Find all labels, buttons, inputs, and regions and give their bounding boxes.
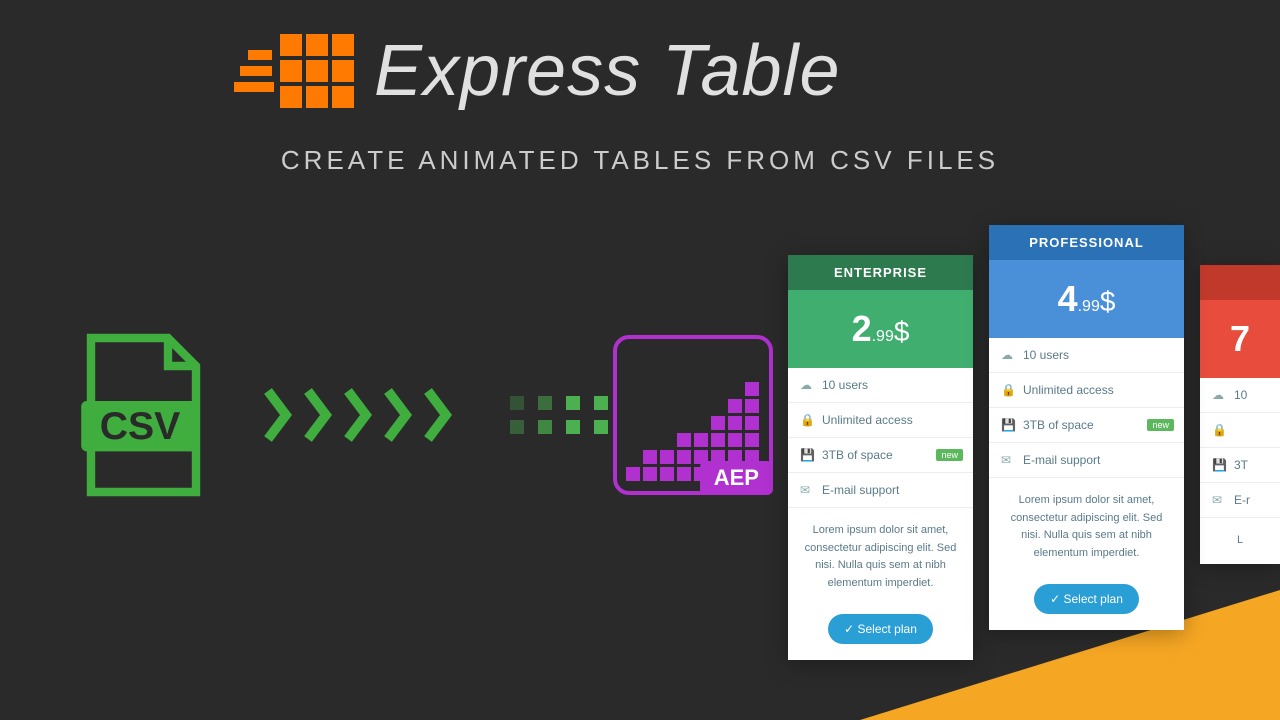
feature-row: ☁10 users — [788, 368, 973, 403]
svg-text:CSV: CSV — [100, 405, 181, 448]
cloud-icon: ☁ — [1001, 348, 1015, 362]
card-description: Lorem ipsum dolor sit amet, consectetur … — [989, 478, 1184, 576]
feature-row: 💾3T — [1200, 448, 1280, 483]
logo-icon — [230, 34, 354, 108]
feature-row: ☁10 — [1200, 378, 1280, 413]
speed-lines-icon — [230, 50, 274, 92]
aep-file-icon: AEP — [613, 335, 773, 495]
cloud-icon: ☁ — [800, 378, 814, 392]
card-tier — [1200, 265, 1280, 300]
grid-icon — [280, 34, 354, 108]
card-description: L — [1200, 518, 1280, 564]
pricing-card-professional: PROFESSIONAL 4.99$ ☁10 users 🔒Unlimited … — [989, 225, 1184, 630]
subtitle: CREATE ANIMATED TABLES FROM CSV FILES — [0, 145, 1280, 176]
aep-label: AEP — [700, 461, 773, 495]
lock-icon: 🔒 — [1001, 383, 1015, 397]
arrow-icon — [260, 385, 460, 445]
flow-diagram: CSV AEP — [70, 330, 773, 500]
card-price: 7 — [1200, 300, 1280, 378]
particles-icon — [510, 396, 608, 434]
select-plan-button[interactable]: Select plan — [1034, 584, 1139, 614]
feature-row: ✉E-r — [1200, 483, 1280, 518]
aep-group: AEP — [510, 335, 773, 495]
lock-icon: 🔒 — [800, 413, 814, 427]
csv-file-icon: CSV — [70, 330, 210, 500]
new-badge: new — [1147, 419, 1174, 431]
mail-icon: ✉ — [800, 483, 814, 497]
feature-row: 💾3TB of spacenew — [788, 438, 973, 473]
feature-row: ✉E-mail support — [788, 473, 973, 508]
feature-row: ✉E-mail support — [989, 443, 1184, 478]
feature-row: 🔒Unlimited access — [989, 373, 1184, 408]
disk-icon: 💾 — [1001, 418, 1015, 432]
pricing-card-partial: 7 ☁10 🔒 💾3T ✉E-r L — [1200, 265, 1280, 564]
feature-row: 🔒Unlimited access — [788, 403, 973, 438]
card-tier: PROFESSIONAL — [989, 225, 1184, 260]
app-title: Express Table — [374, 30, 841, 112]
header: Express Table — [230, 30, 841, 112]
mail-icon: ✉ — [1001, 453, 1015, 467]
feature-row: 💾3TB of spacenew — [989, 408, 1184, 443]
feature-row: ☁10 users — [989, 338, 1184, 373]
new-badge: new — [936, 449, 963, 461]
card-tier: ENTERPRISE — [788, 255, 973, 290]
disk-icon: 💾 — [800, 448, 814, 462]
card-price: 2.99$ — [788, 290, 973, 368]
feature-row: 🔒 — [1200, 413, 1280, 448]
card-price: 4.99$ — [989, 260, 1184, 338]
